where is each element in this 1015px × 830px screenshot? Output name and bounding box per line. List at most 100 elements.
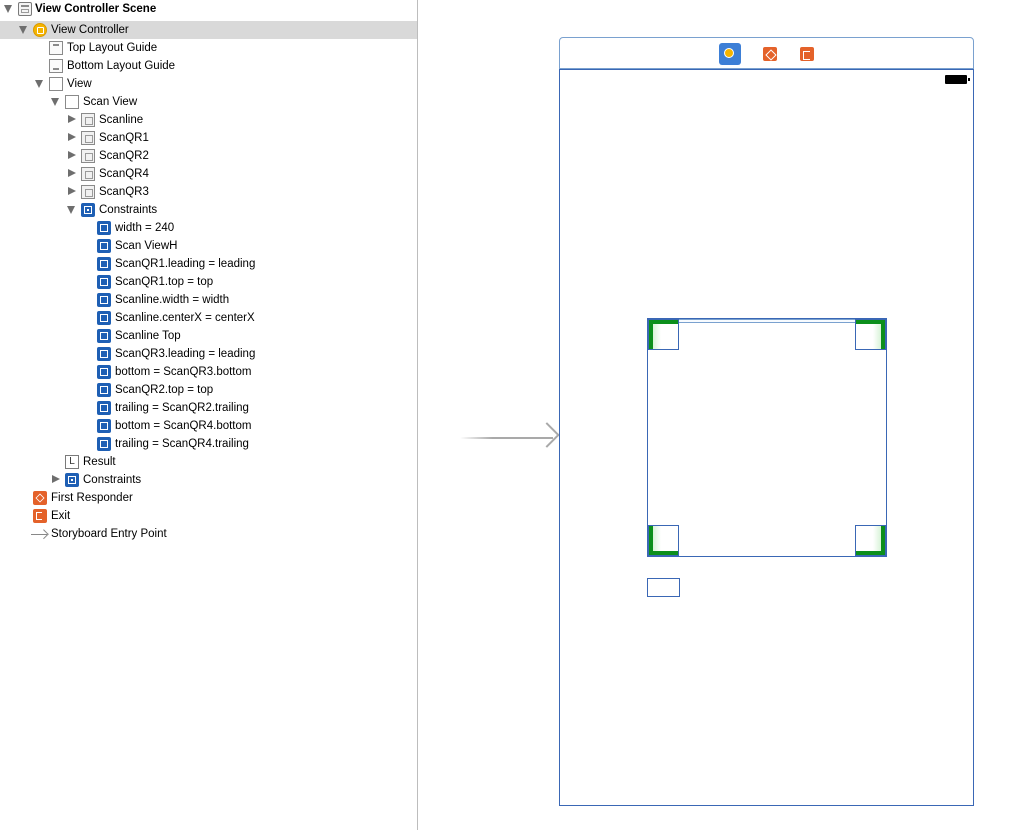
constraints-icon [65,473,79,487]
disclosure-triangle-icon[interactable] [68,151,76,159]
outline-row-constraint[interactable]: Scanline Top [0,327,417,345]
disclosure-triangle-icon[interactable] [52,475,60,483]
outline-row-view-constraints[interactable]: Constraints [0,471,417,489]
constraint-icon [97,257,111,271]
outline-item-label: Scan View [83,96,138,108]
storyboard-canvas[interactable] [418,0,1015,830]
disclosure-triangle-icon[interactable] [35,80,43,88]
constraint-icon [97,437,111,451]
outline-item-label: Scanline [99,114,144,126]
outline-row-result[interactable]: L Result [0,453,417,471]
image-view-icon [81,185,95,199]
outline-item-label: Scanline.width = width [115,294,230,306]
constraint-icon [97,419,111,433]
disclosure-triangle-icon[interactable] [68,169,76,177]
exit-icon [33,509,47,523]
entry-arrow-head-icon [534,422,560,448]
outline-row-constraint[interactable]: bottom = ScanQR4.bottom [0,417,417,435]
outline-row-constraint[interactable]: Scanline.centerX = centerX [0,309,417,327]
outline-row-constraints[interactable]: Constraints [0,201,417,219]
constraint-icon [97,347,111,361]
outline-row-first-responder[interactable]: First Responder [0,489,417,507]
outline-row-view-controller-scene[interactable]: View Controller Scene [0,0,417,18]
outline-item-label: Constraints [83,474,142,486]
constraint-icon [97,293,111,307]
top-layout-guide-icon [49,41,63,55]
outline-item-label: ScanQR3 [99,186,149,198]
label-icon: L [65,455,79,469]
outline-item-label: View Controller Scene [35,3,157,15]
scan-qr4-corner[interactable] [855,525,886,556]
outline-item-label: Result [83,456,116,468]
scene-icon [18,2,32,16]
outline-item-label: trailing = ScanQR2.trailing [115,402,249,414]
outline-row-view-controller[interactable]: View Controller [0,21,417,39]
outline-row-constraint[interactable]: Scan ViewH [0,237,417,255]
outline-item-label: ScanQR3.leading = leading [115,348,256,360]
outline-row-constraint[interactable]: ScanQR1.leading = leading [0,255,417,273]
outline-row-scanqr2[interactable]: ScanQR2 [0,147,417,165]
view-icon [49,77,63,91]
outline-item-label: First Responder [51,492,133,504]
outline-row-constraint[interactable]: width = 240 [0,219,417,237]
image-view-icon [81,149,95,163]
outline-row-scanline[interactable]: Scanline [0,111,417,129]
exit-icon[interactable] [796,43,818,65]
outline-row-constraint[interactable]: ScanQR3.leading = leading [0,345,417,363]
constraint-icon [97,401,111,415]
outline-row-constraint[interactable]: ScanQR2.top = top [0,381,417,399]
outline-row-scanqr3[interactable]: ScanQR3 [0,183,417,201]
outline-row-constraint[interactable]: ScanQR1.top = top [0,273,417,291]
constraint-icon [97,329,111,343]
disclosure-triangle-icon[interactable] [67,206,75,214]
disclosure-triangle-icon[interactable] [51,98,59,106]
outline-row-constraint[interactable]: Scanline.width = width [0,291,417,309]
disclosure-triangle-icon[interactable] [19,26,27,34]
outline-row-scan-view[interactable]: Scan View [0,93,417,111]
outline-item-label: ScanQR1.top = top [115,276,214,288]
image-view-icon [81,113,95,127]
outline-row-constraint[interactable]: bottom = ScanQR3.bottom [0,363,417,381]
outline-row-constraint[interactable]: trailing = ScanQR2.trailing [0,399,417,417]
disclosure-triangle-icon[interactable] [4,5,12,13]
outline-item-label: Storyboard Entry Point [51,528,167,540]
scan-qr2-corner[interactable] [855,319,886,350]
outline-item-label: ScanQR1.leading = leading [115,258,256,270]
outline-item-label: Constraints [99,204,158,216]
disclosure-triangle-icon[interactable] [68,187,76,195]
root-view[interactable] [559,69,974,806]
outline-row-bottom-layout-guide[interactable]: Bottom Layout Guide [0,57,417,75]
outline-row-view[interactable]: View [0,75,417,93]
outline-item-label: ScanQR1 [99,132,149,144]
outline-row-top-layout-guide[interactable]: Top Layout Guide [0,39,417,57]
outline-row-constraint[interactable]: trailing = ScanQR4.trailing [0,435,417,453]
view-controller-icon[interactable] [719,43,741,65]
constraint-icon [97,275,111,289]
view-controller-icon [33,23,47,37]
scan-qr3-corner[interactable] [648,525,679,556]
scan-view[interactable] [647,318,887,557]
outline-row-scanqr4[interactable]: ScanQR4 [0,165,417,183]
scan-qr1-corner[interactable] [648,319,679,350]
outline-item-label: width = 240 [115,222,175,234]
view-icon [65,95,79,109]
result-label[interactable] [647,578,680,597]
constraint-icon [97,365,111,379]
scanline-image[interactable] [648,319,886,323]
outline-row-scanqr1[interactable]: ScanQR1 [0,129,417,147]
first-responder-icon [33,491,47,505]
first-responder-icon[interactable] [759,43,781,65]
disclosure-triangle-icon[interactable] [68,115,76,123]
entry-point-arrow-icon [31,527,49,541]
battery-icon [945,75,970,84]
outline-item-label: bottom = ScanQR4.bottom [115,420,252,432]
outline-item-label: View [67,78,92,90]
outline-item-label: Top Layout Guide [67,42,158,54]
bottom-layout-guide-icon [49,59,63,73]
view-controller-scene-frame[interactable] [559,37,974,806]
outline-row-storyboard-entry-point[interactable]: Storyboard Entry Point [0,525,417,543]
disclosure-triangle-icon[interactable] [68,133,76,141]
outline-row-exit[interactable]: Exit [0,507,417,525]
outline-item-label: View Controller [51,24,129,36]
constraint-icon [97,239,111,253]
